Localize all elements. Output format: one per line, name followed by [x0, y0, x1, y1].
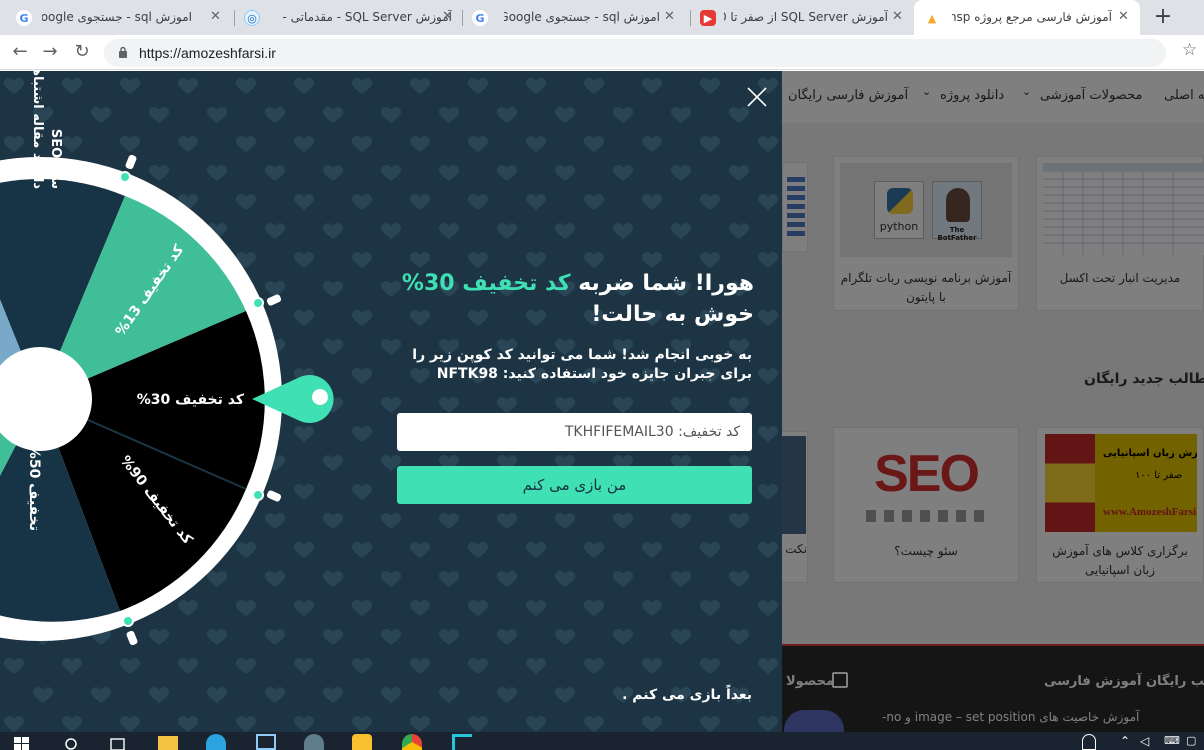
coupon-code-field[interactable]: کد تخفیف: TKHFIFEMAIL30: [397, 413, 752, 451]
omnibox[interactable]: https://amozeshfarsi.ir: [104, 39, 1166, 67]
headline-highlight: کد تخفیف 30%: [401, 271, 571, 296]
new-tab-button[interactable]: +: [1150, 4, 1176, 30]
wheel-label-seo-2: سئو SEO: [48, 129, 63, 189]
file-explorer-icon[interactable]: [158, 736, 178, 750]
chevron-up-icon[interactable]: ⌃: [1120, 734, 1140, 750]
browser-tab[interactable]: ▶ آموزش SQL Server از صفر تا 100 ✕: [692, 0, 914, 35]
tab-title: اموزش sql - جستجوی Google: [42, 10, 192, 24]
tab-title: آموزش فارسی مرجع پروژه msp و: [952, 10, 1112, 24]
reload-icon[interactable]: ↻: [70, 40, 94, 64]
close-icon[interactable]: [745, 85, 769, 109]
bookmark-star-icon[interactable]: ☆: [1182, 40, 1197, 60]
url-text: https://amozeshfarsi.ir: [139, 45, 276, 61]
browser-tab[interactable]: G اموزش sql - جستجوی Google ✕: [0, 0, 232, 35]
play-button[interactable]: من بازی می کنم: [397, 466, 752, 504]
wheel-label-30: کد تخفیف 30%: [137, 392, 245, 408]
people-icon[interactable]: [1082, 734, 1096, 750]
close-tab-icon[interactable]: ✕: [210, 9, 221, 24]
tab-strip: G اموزش sql - جستجوی Google ✕ ◎ آموزش SQ…: [0, 0, 1204, 35]
windows-start-icon[interactable]: [12, 734, 32, 750]
back-icon[interactable]: ←: [8, 40, 32, 64]
popup-headline: هورا! شما ضربه کد تخفیف 30% خوش به حالت!: [398, 268, 754, 330]
wheel-label-50: تخفیف 50%: [26, 445, 42, 531]
taskbar: ⌃ ◁ ⌨ ▢: [0, 732, 1204, 750]
tab-title: اموزش sql - جستجوی Google: [504, 10, 660, 24]
google-icon: G: [472, 10, 488, 26]
virtualbox-icon[interactable]: [256, 734, 276, 750]
address-bar-row: ← → ↻ https://amozeshfarsi.ir ☆: [0, 35, 1204, 70]
browser-tab[interactable]: ◎ آموزش SQL Server - مقدماتی - ✕: [236, 0, 462, 35]
telegram-icon[interactable]: [206, 734, 226, 750]
task-view-icon[interactable]: [108, 734, 128, 750]
network-icon[interactable]: ▢: [1186, 734, 1204, 750]
app-icon-2[interactable]: [452, 734, 472, 750]
volume-icon[interactable]: ◁: [1140, 734, 1160, 750]
app-icon[interactable]: [304, 734, 324, 750]
popup-description: به خوبی انجام شد! شما می توانید کد کوپن …: [412, 347, 752, 382]
google-icon: G: [16, 10, 32, 26]
headline-text-2: خوش به حالت!: [591, 302, 754, 327]
lock-icon: [119, 46, 127, 58]
tab-title: آموزش SQL Server - مقدماتی -: [282, 10, 452, 24]
headline-text: هورا! شما ضربه: [570, 271, 754, 296]
wheel-label-seo: دانلود مقاله اشتباهات هزینه: [30, 71, 45, 189]
tab-separator: [462, 10, 463, 26]
close-tab-icon[interactable]: ✕: [1118, 9, 1129, 24]
close-tab-icon[interactable]: ✕: [892, 9, 903, 24]
spin-wheel-popup: دانلود مقاله اشتباهات هزینه سئو SEO کد ت…: [0, 71, 782, 732]
amozeshfarsi-icon: ▲: [927, 11, 937, 25]
prize-wheel[interactable]: دانلود مقاله اشتباهات هزینه سئو SEO کد ت…: [0, 71, 360, 732]
database-icon[interactable]: [352, 734, 372, 750]
sqlserver-icon: ◎: [244, 10, 260, 26]
tab-separator: [690, 10, 691, 26]
search-icon[interactable]: [62, 734, 82, 750]
tab-title: آموزش SQL Server از صفر تا 100: [724, 10, 888, 24]
browser-tab-active[interactable]: ▲ آموزش فارسی مرجع پروژه msp و ✕: [914, 0, 1140, 35]
tab-separator: [234, 10, 235, 26]
browser-tab[interactable]: G اموزش sql - جستجوی Google ✕: [464, 0, 688, 35]
close-tab-icon[interactable]: ✕: [664, 9, 675, 24]
close-tab-icon[interactable]: ✕: [442, 9, 453, 24]
site-favicon-icon: ▶: [700, 10, 716, 26]
chrome-icon[interactable]: [402, 734, 422, 750]
wheel-pointer-dot: [312, 389, 328, 405]
keyboard-icon[interactable]: ⌨: [1164, 734, 1184, 750]
forward-icon[interactable]: →: [38, 40, 62, 64]
play-later-link[interactable]: بعداً بازی می کنم .: [560, 687, 752, 703]
